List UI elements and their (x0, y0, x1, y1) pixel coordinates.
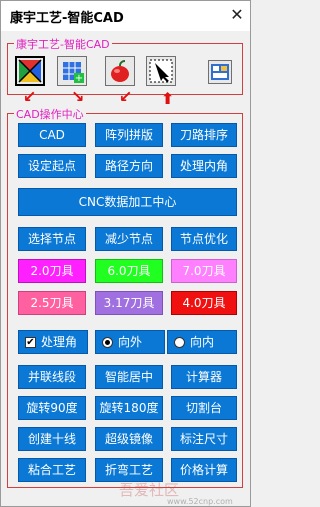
cad-button[interactable]: CAD (18, 123, 86, 147)
outward-radio[interactable] (102, 337, 113, 348)
rotate-180-button[interactable]: 旋转180度 (95, 396, 163, 420)
smart-center-button[interactable]: 智能居中 (95, 365, 163, 389)
parallel-segment-button[interactable]: 并联线段 (18, 365, 86, 389)
inward-label: 向内 (190, 335, 215, 349)
corner-option[interactable]: ✔ 处理角 (18, 330, 88, 354)
tool-apple-button[interactable] (105, 56, 135, 86)
pointer-arrow-icon: ↙ (119, 87, 133, 106)
pointer-arrow-icon: ↙ (23, 87, 37, 106)
ops-group-legend: CAD操作中心 (14, 106, 86, 122)
title-bar: 康宇工艺-智能CAD ✕ (1, 1, 250, 31)
tool-sort-button[interactable]: 刀路排序 (171, 123, 237, 147)
panel-icon (211, 64, 229, 80)
close-icon[interactable]: ✕ (227, 5, 247, 25)
knife-3-17-button[interactable]: 3.17刀具 (95, 291, 163, 315)
cnc-center-button[interactable]: CNC数据加工中心 (18, 188, 237, 216)
tool-arrow-box-button[interactable] (146, 56, 176, 86)
inward-option[interactable]: 向内 (167, 330, 237, 354)
window-title: 康宇工艺-智能CAD (10, 11, 124, 26)
inner-corner-button[interactable]: 处理内角 (171, 154, 237, 178)
select-node-button[interactable]: 选择节点 (18, 227, 86, 251)
toolbar-group-legend: 康宇工艺-智能CAD (14, 36, 112, 52)
outward-option[interactable]: 向外 (95, 330, 165, 354)
path-direction-button[interactable]: 路径方向 (95, 154, 163, 178)
inward-radio[interactable] (174, 337, 185, 348)
create-cross-button[interactable]: 创建十线 (18, 427, 86, 451)
arrow-box-icon (149, 59, 173, 83)
watermark-url: www.52cnp.com (167, 497, 233, 506)
super-mirror-button[interactable]: 超级镜像 (95, 427, 163, 451)
knife-4-0-button[interactable]: 4.0刀具 (171, 291, 237, 315)
rotate-90-button[interactable]: 旋转90度 (18, 396, 86, 420)
price-calc-button[interactable]: 价格计算 (171, 458, 237, 482)
cutting-table-button[interactable]: 切割台 (171, 396, 237, 420)
dimension-button[interactable]: 标注尺寸 (171, 427, 237, 451)
apple-icon (111, 60, 129, 82)
knife-2-5-button[interactable]: 2.5刀具 (18, 291, 86, 315)
tool-panel-button[interactable] (208, 60, 232, 84)
array-layout-button[interactable]: 阵列拼版 (95, 123, 163, 147)
grid-plus-icon: + (63, 62, 84, 84)
bonding-process-button[interactable]: 粘合工艺 (18, 458, 86, 482)
knife-6-0-button[interactable]: 6.0刀具 (95, 259, 163, 283)
pointer-arrow-icon: ↘ (71, 87, 85, 106)
calculator-button[interactable]: 计算器 (171, 365, 237, 389)
x-shape-icon (18, 59, 42, 83)
set-start-button[interactable]: 设定起点 (18, 154, 86, 178)
app-window: 康宇工艺-智能CAD ✕ 康宇工艺-智能CAD + ↙ ↘ ↙ ⬆ CAD操作中… (0, 0, 251, 507)
optimize-node-button[interactable]: 节点优化 (171, 227, 237, 251)
knife-2-0-button[interactable]: 2.0刀具 (18, 259, 86, 283)
corner-checkbox[interactable]: ✔ (25, 337, 36, 348)
tool-x-shape-button[interactable] (15, 56, 45, 86)
corner-label: 处理角 (41, 335, 78, 349)
tool-grid-plus-button[interactable]: + (57, 56, 87, 86)
pointer-arrow-icon: ⬆ (161, 89, 175, 108)
reduce-node-button[interactable]: 减少节点 (95, 227, 163, 251)
outward-label: 向外 (118, 335, 143, 349)
knife-7-0-button[interactable]: 7.0刀具 (171, 259, 237, 283)
svg-text:+: + (75, 73, 83, 84)
